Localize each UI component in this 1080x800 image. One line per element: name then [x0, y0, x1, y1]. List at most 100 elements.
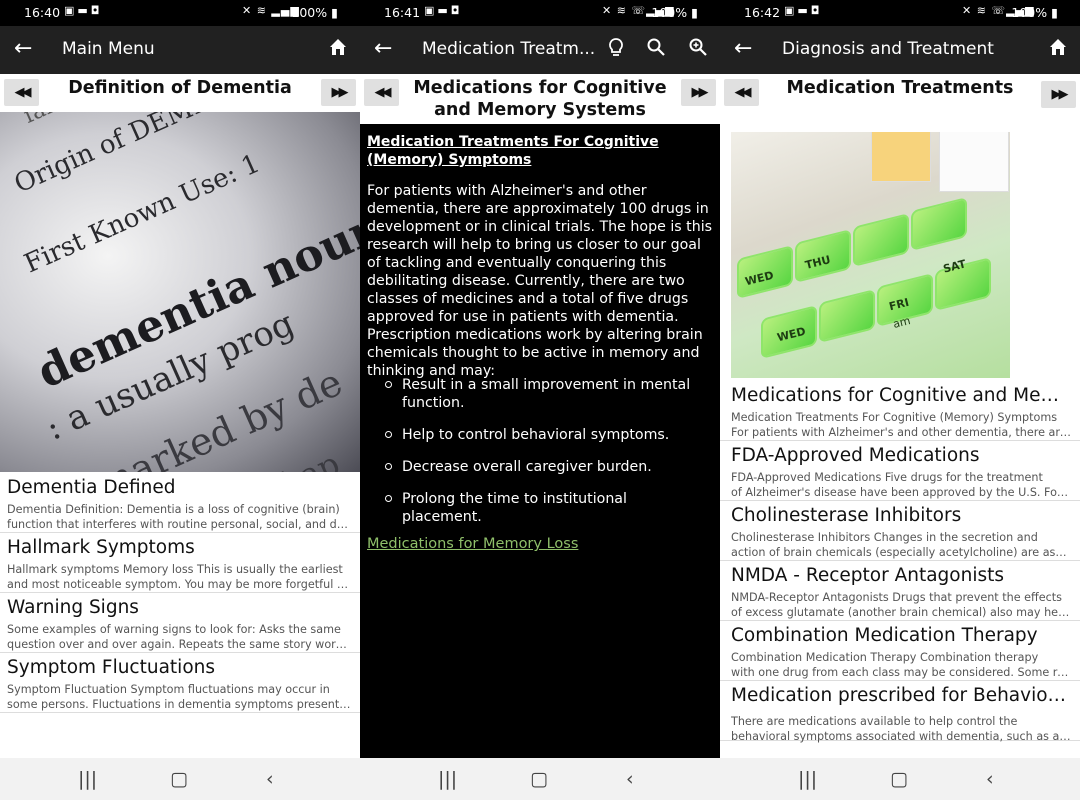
section-title: Medication Treatments: [786, 78, 1014, 98]
pill-bottle-shape: [871, 132, 931, 182]
list-item-description: There are medications available to help …: [731, 715, 1071, 743]
battery-level: 100% ▮: [1011, 5, 1058, 20]
pill-compartment: [911, 197, 967, 251]
home-icon[interactable]: [1048, 37, 1068, 63]
list-item[interactable]: Warning Signs Some examples of warning s…: [0, 593, 360, 653]
list-item-title: Warning Signs: [7, 597, 139, 618]
system-nav-bar: ||| ▢ ‹: [720, 758, 1080, 800]
list-item[interactable]: Hallmark Symptoms Hallmark symptoms Memo…: [0, 533, 360, 593]
list-item-description: NMDA-Receptor Antagonists Drugs that pre…: [731, 591, 1071, 619]
list-item[interactable]: Symptom Fluctuations Symptom Fluctuation…: [0, 653, 360, 713]
list-item[interactable]: Medication prescribed for Behavioral... …: [720, 681, 1080, 743]
status-bar: 16:42 ▣▬◘ ✕ ≋ ☏▂▄▆ 100% ▮: [720, 0, 1080, 26]
list-item[interactable]: FDA-Approved Medications FDA-Approved Me…: [720, 441, 1080, 501]
pill-compartment: [853, 213, 909, 267]
list-item-title: FDA-Approved Medications: [731, 445, 980, 466]
app-bar: ← Main Menu: [0, 26, 360, 74]
lightbulb-icon[interactable]: [606, 37, 626, 65]
list-item-title: Dementia Defined: [7, 477, 176, 498]
section-nav: ◀◀ Medications for Cognitive and Memory …: [360, 74, 720, 124]
back-nav-icon[interactable]: ‹: [986, 768, 994, 790]
system-nav-bar: ||| ▢ ‹: [0, 758, 360, 800]
section-title: Medications for Cognitive and Memory Sys…: [413, 78, 667, 120]
prev-section-button[interactable]: ◀◀: [724, 79, 759, 106]
home-nav-icon[interactable]: ▢: [890, 768, 908, 790]
search-icon[interactable]: [646, 37, 666, 63]
status-bar: 16:40 ▣▬◘ ✕ ≋ ▂▄▆ 100% ▮: [0, 0, 360, 26]
rewind-icon: ◀◀: [734, 85, 752, 100]
rewind-icon: ◀◀: [374, 85, 392, 100]
bullet-item: Result in a small improvement in mental …: [385, 376, 710, 412]
recents-icon[interactable]: |||: [438, 768, 457, 790]
list-item-title: Symptom Fluctuations: [7, 657, 215, 678]
article-content: Medication Treatments For Cognitive (Mem…: [360, 124, 720, 758]
home-icon[interactable]: [328, 37, 348, 63]
screen-main-menu: 16:40 ▣▬◘ ✕ ≋ ▂▄▆ 100% ▮ ← Main Menu ◀◀ …: [0, 0, 360, 800]
prev-section-button[interactable]: ◀◀: [4, 79, 39, 106]
section-nav: ◀◀ Medication Treatments ▶▶: [720, 74, 1080, 124]
back-arrow-icon[interactable]: ←: [14, 36, 32, 62]
notification-icons: ▣▬◘: [64, 4, 103, 17]
back-arrow-icon[interactable]: ←: [734, 36, 752, 62]
app-bar-title: Diagnosis and Treatment: [782, 39, 994, 59]
bullet-item: Help to control behavioral symptoms.: [385, 426, 710, 444]
list-item-description: Cholinesterase Inhibitors Changes in the…: [731, 531, 1071, 559]
screen-medication-article: 16:41 ▣▬◘ ✕ ≋ ☏▂▄▆ 100% ▮ ← Medication T…: [360, 0, 720, 800]
list-item[interactable]: Combination Medication Therapy Combinati…: [720, 621, 1080, 681]
next-section-button[interactable]: ▶▶: [681, 79, 716, 106]
screen-diagnosis-treatment: 16:42 ▣▬◘ ✕ ≋ ☏▂▄▆ 100% ▮ ← Diagnosis an…: [720, 0, 1080, 800]
home-nav-icon[interactable]: ▢: [170, 768, 188, 790]
rewind-icon: ◀◀: [14, 85, 32, 100]
app-bar: ← Diagnosis and Treatment: [720, 26, 1080, 74]
list-item[interactable]: Medications for Cognitive and Memo... Me…: [720, 381, 1080, 441]
notification-icons: ▣▬◘: [784, 4, 823, 17]
pill-am-label: am: [891, 314, 912, 331]
recents-icon[interactable]: |||: [798, 768, 817, 790]
status-time: 16:42: [744, 5, 781, 20]
app-bar-title: Main Menu: [62, 39, 155, 59]
list-item[interactable]: Cholinesterase Inhibitors Cholinesterase…: [720, 501, 1080, 561]
home-nav-icon[interactable]: ▢: [530, 768, 548, 790]
zoom-in-icon[interactable]: [688, 37, 708, 63]
next-section-button[interactable]: ▶▶: [1041, 81, 1076, 108]
back-nav-icon[interactable]: ‹: [626, 768, 634, 790]
fast-forward-icon: ▶▶: [331, 85, 349, 100]
battery-level: 100% ▮: [291, 5, 338, 20]
app-bar-title: Medication Treatm...: [422, 39, 596, 59]
list-item-description: Some examples of warning signs to look f…: [7, 623, 352, 651]
status-time: 16:40: [24, 5, 61, 20]
memory-loss-link[interactable]: Medications for Memory Loss: [367, 536, 578, 552]
pill-bottle-shape: [939, 132, 1009, 192]
system-nav-bar: ||| ▢ ‹: [360, 758, 720, 800]
status-time: 16:41: [384, 5, 421, 20]
next-section-button[interactable]: ▶▶: [321, 79, 356, 106]
fast-forward-icon: ▶▶: [1051, 87, 1069, 102]
list-item[interactable]: NMDA - Receptor Antagonists NMDA-Recepto…: [720, 561, 1080, 621]
list-item-title: Cholinesterase Inhibitors: [731, 505, 962, 526]
prev-section-button[interactable]: ◀◀: [364, 79, 399, 106]
pill-compartment: [819, 289, 875, 343]
app-bar: ← Medication Treatm...: [360, 26, 720, 74]
back-arrow-icon[interactable]: ←: [374, 36, 392, 62]
dictionary-hero-image: fanaticism bor Origin of DEMEN First Kno…: [0, 112, 360, 472]
list-item-description: Medication Treatments For Cognitive (Mem…: [731, 411, 1071, 439]
back-nav-icon[interactable]: ‹: [266, 768, 274, 790]
recents-icon[interactable]: |||: [78, 768, 97, 790]
notification-icons: ▣▬◘: [424, 4, 463, 17]
list-item-description: Hallmark symptoms Memory loss This is us…: [7, 563, 352, 591]
bullet-item: Prolong the time to institutional placem…: [385, 490, 710, 526]
list-item-description: Combination Medication Therapy Combinati…: [731, 651, 1071, 679]
article-bullet-list: Result in a small improvement in mental …: [385, 376, 710, 540]
status-bar: 16:41 ▣▬◘ ✕ ≋ ☏▂▄▆ 100% ▮: [360, 0, 720, 26]
pill-organizer-image: WED THU FRI SAT WED am: [731, 132, 1010, 378]
list-item-description: Symptom Fluctuation Symptom fluctuations…: [7, 683, 352, 711]
list-item-title: Medications for Cognitive and Memo...: [731, 385, 1069, 406]
list-item-title: NMDA - Receptor Antagonists: [731, 565, 1005, 586]
section-title: Definition of Dementia: [68, 78, 292, 98]
list-item-description: FDA-Approved Medications Five drugs for …: [731, 471, 1071, 499]
list-item-title: Hallmark Symptoms: [7, 537, 195, 558]
article-heading: Medication Treatments For Cognitive (Mem…: [367, 134, 659, 168]
battery-level: 100% ▮: [651, 5, 698, 20]
bullet-item: Decrease overall caregiver burden.: [385, 458, 710, 476]
list-item[interactable]: Dementia Defined Dementia Definition: De…: [0, 473, 360, 533]
